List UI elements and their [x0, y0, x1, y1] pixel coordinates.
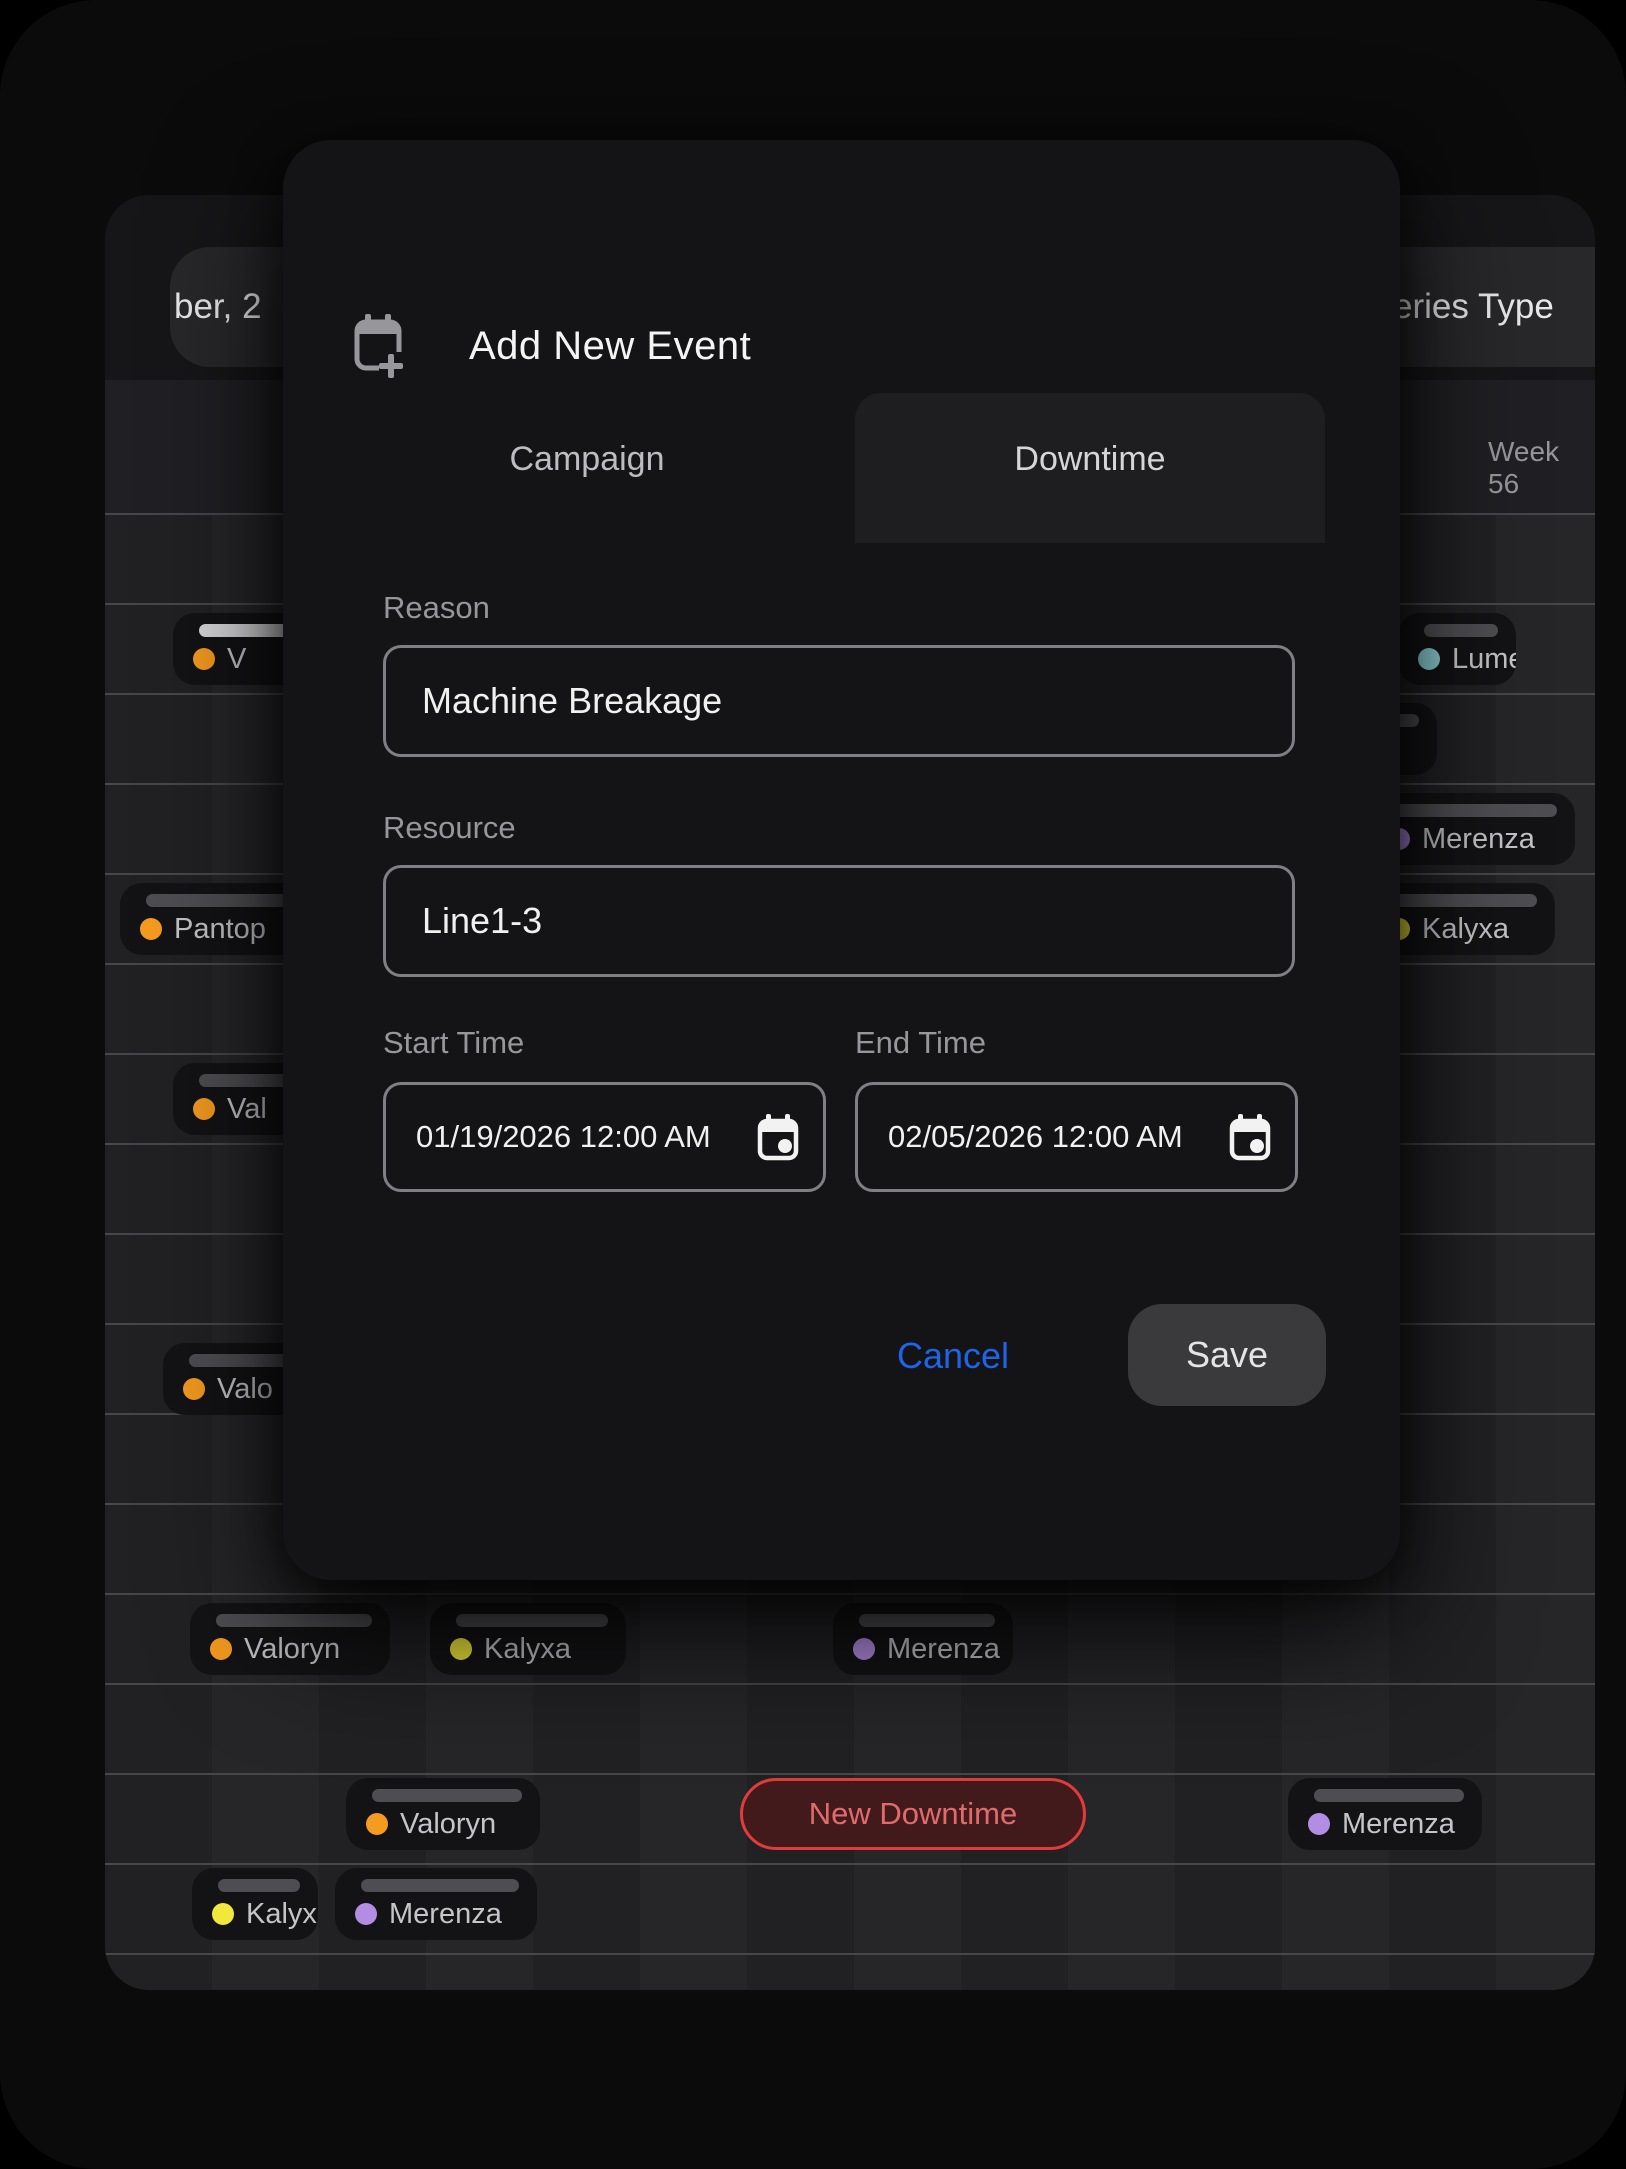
event-chip[interactable]: Lume	[1398, 613, 1516, 685]
week-label: Week 56	[1488, 436, 1595, 500]
tab-downtime[interactable]: Downtime	[855, 440, 1325, 479]
progress-bar	[189, 1354, 290, 1367]
event-chip-label: Merenza	[887, 1633, 1000, 1666]
event-chip[interactable]: Kalyx	[192, 1868, 318, 1940]
reason-field	[383, 645, 1295, 757]
event-chip-label: Valoryn	[244, 1633, 340, 1666]
end-time-field	[855, 1082, 1298, 1192]
event-chip-label: Merenza	[389, 1898, 502, 1931]
event-color-dot	[355, 1903, 377, 1925]
start-time-label: Start Time	[383, 1025, 524, 1061]
event-chip-label: Kalyxa	[484, 1633, 571, 1666]
event-chip[interactable]: Kalyxa	[430, 1603, 626, 1675]
event-chip-label: Valoryn	[400, 1808, 496, 1841]
month-label: ber, 2	[170, 287, 262, 327]
event-color-dot	[210, 1638, 232, 1660]
event-color-dot	[853, 1638, 875, 1660]
progress-bar	[216, 1614, 372, 1627]
progress-bar	[1374, 804, 1557, 817]
event-chip-label: V	[227, 643, 246, 676]
event-color-dot	[193, 648, 215, 670]
event-color-dot	[183, 1378, 205, 1400]
save-button[interactable]: Save	[1128, 1304, 1326, 1406]
event-color-dot	[450, 1638, 472, 1660]
end-time-label: End Time	[855, 1025, 986, 1061]
progress-bar	[859, 1614, 995, 1627]
calendar-plus-icon	[353, 312, 405, 385]
add-event-dialog: Add New Event Campaign Downtime Reason R…	[283, 140, 1400, 1580]
dialog-title: Add New Event	[469, 324, 751, 369]
event-color-dot	[193, 1098, 215, 1120]
event-chip-label: Kalyxa	[1422, 913, 1509, 946]
event-chip-label: Pantop	[174, 913, 266, 946]
event-color-dot	[140, 918, 162, 940]
tab-campaign[interactable]: Campaign	[387, 440, 787, 479]
progress-bar	[218, 1879, 300, 1892]
resource-input[interactable]	[386, 900, 1292, 942]
progress-bar	[456, 1614, 608, 1627]
resource-field	[383, 865, 1295, 977]
event-chip[interactable]: Merenza	[833, 1603, 1013, 1675]
event-chip[interactable]: Merenza	[1288, 1778, 1482, 1850]
resource-label: Resource	[383, 810, 516, 846]
cancel-button[interactable]: Cancel	[813, 1318, 1093, 1394]
event-chip-label: Kalyx	[246, 1898, 317, 1931]
event-chip-label: Merenza	[1342, 1808, 1455, 1841]
event-chip-label: Merenza	[1422, 823, 1535, 856]
reason-label: Reason	[383, 590, 490, 626]
end-time-input[interactable]	[858, 1119, 1229, 1155]
new-downtime-label: New Downtime	[809, 1796, 1017, 1832]
progress-bar	[361, 1879, 519, 1892]
start-time-input[interactable]	[386, 1119, 757, 1155]
event-chip[interactable]: Merenza	[335, 1868, 537, 1940]
event-chip[interactable]: Valoryn	[190, 1603, 390, 1675]
progress-bar	[1314, 1789, 1464, 1802]
progress-bar	[372, 1789, 522, 1802]
tablet-screen: ber, 2 eries Type Week 56 V Lume Merenza…	[0, 0, 1626, 2169]
start-time-field	[383, 1082, 826, 1192]
new-downtime-chip[interactable]: New Downtime	[740, 1778, 1086, 1850]
progress-bar	[199, 1074, 290, 1087]
event-chip[interactable]: Valoryn	[346, 1778, 540, 1850]
event-color-dot	[212, 1903, 234, 1925]
progress-bar	[1424, 624, 1498, 637]
event-chip-label: Valo	[217, 1373, 273, 1406]
reason-input[interactable]	[386, 680, 1292, 722]
calendar-icon[interactable]	[1229, 1113, 1271, 1161]
calendar-icon[interactable]	[757, 1113, 799, 1161]
event-color-dot	[1308, 1813, 1330, 1835]
event-chip-label: Val	[227, 1093, 267, 1126]
event-chip-label: Lume	[1452, 643, 1516, 676]
event-color-dot	[1418, 648, 1440, 670]
event-color-dot	[366, 1813, 388, 1835]
